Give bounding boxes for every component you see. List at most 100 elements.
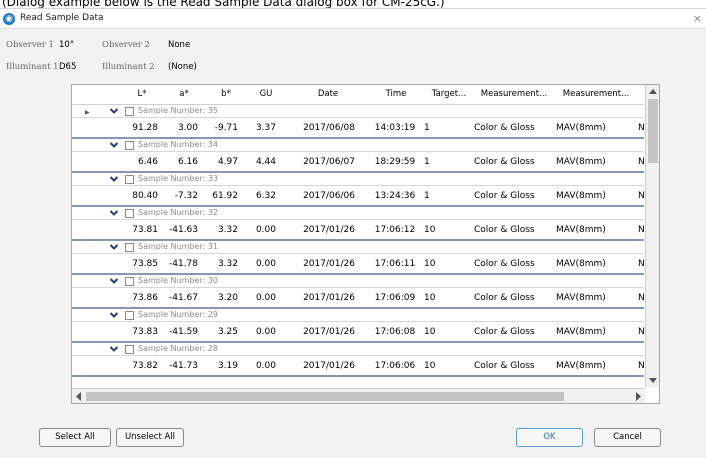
table-cell: 3.32 xyxy=(217,225,238,235)
sample-checkbox[interactable] xyxy=(125,175,134,184)
sample-group-header[interactable]: Sample Number: 31 xyxy=(72,241,644,254)
sample-group-header[interactable]: Sample Number: 30 xyxy=(72,275,644,288)
chevron-down-icon[interactable] xyxy=(109,174,119,184)
sample-checkbox[interactable] xyxy=(125,311,134,320)
close-icon[interactable]: × xyxy=(693,12,702,25)
table-cell: N xyxy=(638,361,644,371)
scroll-right-icon[interactable] xyxy=(631,389,645,404)
illuminant1-label: Illuminant 1 xyxy=(6,62,59,72)
table-cell: Color & Gloss xyxy=(474,327,535,337)
table-cell: 61.92 xyxy=(212,191,238,201)
chevron-down-icon[interactable] xyxy=(109,140,119,150)
table-cell: MAV(8mm) xyxy=(556,191,606,201)
table-row[interactable]: 73.82 -41.73 3.19 0.00 2017/01/26 17:06:06 10 C… xyxy=(72,356,644,377)
ok-button[interactable]: OK xyxy=(516,428,583,447)
table-cell: N xyxy=(638,225,644,235)
chevron-down-icon[interactable] xyxy=(109,344,119,354)
column-header-l[interactable]: L* xyxy=(122,89,162,99)
table-cell: Color & Gloss xyxy=(474,225,535,235)
sample-checkbox[interactable] xyxy=(125,345,134,354)
sample-group-header[interactable]: Sample Number: 28 xyxy=(72,343,644,356)
table-cell: Color & Gloss xyxy=(474,191,535,201)
chevron-down-icon[interactable] xyxy=(109,208,119,218)
table-cell: MAV(8mm) xyxy=(556,293,606,303)
cancel-button[interactable]: Cancel xyxy=(594,428,661,447)
scroll-down-icon[interactable] xyxy=(646,374,660,387)
table-row[interactable]: 91.28 3.00 -9.71 3.37 2017/06/08 14:03:19 1 Col… xyxy=(72,118,644,139)
table-row[interactable]: 73.81 -41.63 3.32 0.00 2017/01/26 17:06:12 10 C… xyxy=(72,220,644,241)
sample-group-header[interactable]: Sample Number: 33 xyxy=(72,173,644,186)
table-row[interactable]: 73.83 -41.59 3.25 0.00 2017/01/26 17:06:08 10 C… xyxy=(72,322,644,343)
chevron-down-icon[interactable] xyxy=(109,242,119,252)
table-cell: N xyxy=(638,293,644,303)
table-row[interactable]: 73.86 -41.67 3.20 0.00 2017/01/26 17:06:09 10 C… xyxy=(72,288,644,309)
page-caption: (Dialog example below is the Read Sample… xyxy=(2,0,445,8)
table-cell: 73.82 xyxy=(132,361,158,371)
table-cell: MAV(8mm) xyxy=(556,327,606,337)
sample-group-header[interactable]: Sample Number: 32 xyxy=(72,207,644,220)
column-header-measurement-2[interactable]: Measurement... xyxy=(556,89,636,99)
table-cell: 73.81 xyxy=(132,225,158,235)
observer1-value: 10° xyxy=(59,40,75,50)
sample-checkbox[interactable] xyxy=(125,277,134,286)
table-cell: 17:06:08 xyxy=(374,327,416,337)
vertical-scroll-thumb[interactable] xyxy=(648,99,658,163)
table-cell: MAV(8mm) xyxy=(556,123,606,133)
illuminant2-label: Illuminant 2 xyxy=(102,62,155,72)
table-cell: 2017/01/26 xyxy=(303,225,355,235)
table-cell: 3.37 xyxy=(255,123,276,133)
sample-checkbox[interactable] xyxy=(125,141,134,150)
app-icon: ◉ xyxy=(3,13,15,25)
select-all-button[interactable]: Select All xyxy=(39,428,111,447)
column-header-measurement-1[interactable]: Measurement... xyxy=(474,89,554,99)
sample-number-label: Sample Number: 29 xyxy=(138,310,218,319)
table-row[interactable]: 6.46 6.16 4.97 4.44 2017/06/07 18:29:59 1 Color… xyxy=(72,152,644,173)
scroll-left-icon[interactable] xyxy=(72,389,86,404)
table-cell: 4.44 xyxy=(255,157,276,167)
column-header-b[interactable]: b* xyxy=(206,89,246,99)
table-cell: 91.28 xyxy=(132,123,158,133)
table-row[interactable]: 73.85 -41.78 3.32 0.00 2017/01/26 17:06:11 10 C… xyxy=(72,254,644,275)
table-cell: 2017/01/26 xyxy=(303,361,355,371)
table-cell: 10 xyxy=(424,225,436,235)
table-cell: -41.63 xyxy=(168,225,198,235)
column-header-target[interactable]: Target... xyxy=(424,89,474,99)
sample-group-header[interactable]: Sample Number: 34 xyxy=(72,139,644,152)
table-cell: Color & Gloss xyxy=(474,293,535,303)
scroll-up-icon[interactable] xyxy=(646,85,660,98)
chevron-down-icon[interactable] xyxy=(109,106,119,116)
column-header-date[interactable]: Date xyxy=(292,89,364,99)
table-cell: N xyxy=(638,327,644,337)
horizontal-scrollbar[interactable] xyxy=(72,388,645,403)
table-cell: N xyxy=(638,123,644,133)
sample-group-header[interactable]: Sample Number: 29 xyxy=(72,309,644,322)
sample-checkbox[interactable] xyxy=(125,209,134,218)
grid-header: L* a* b* GU Date Time Target... Measurem… xyxy=(72,85,644,105)
vertical-scrollbar[interactable] xyxy=(645,85,659,387)
table-cell: 0.00 xyxy=(255,225,276,235)
column-header-a[interactable]: a* xyxy=(162,89,206,99)
sample-checkbox[interactable] xyxy=(125,107,134,116)
sample-data-grid[interactable]: L* a* b* GU Date Time Target... Measurem… xyxy=(71,84,660,404)
sample-group-header[interactable]: ▶ Sample Number: 35 xyxy=(72,105,644,118)
sample-checkbox[interactable] xyxy=(125,243,134,252)
table-cell: 17:06:06 xyxy=(374,361,416,371)
sample-number-label: Sample Number: 28 xyxy=(138,344,218,353)
current-row-indicator-icon: ▶ xyxy=(85,109,90,116)
table-cell: 0.00 xyxy=(255,259,276,269)
chevron-down-icon[interactable] xyxy=(109,276,119,286)
column-header-gu[interactable]: GU xyxy=(246,89,286,99)
column-header-time[interactable]: Time xyxy=(364,89,428,99)
horizontal-scroll-thumb[interactable] xyxy=(86,392,564,401)
table-row[interactable]: 80.40 -7.32 61.92 6.32 2017/06/06 13:24:36 1 Co… xyxy=(72,186,644,207)
chevron-down-icon[interactable] xyxy=(109,310,119,320)
table-cell: 0.00 xyxy=(255,327,276,337)
title-bar: ◉ Read Sample Data × xyxy=(0,9,706,29)
table-cell: 73.86 xyxy=(132,293,158,303)
table-cell: 2017/01/26 xyxy=(303,259,355,269)
table-cell: MAV(8mm) xyxy=(556,361,606,371)
sample-number-label: Sample Number: 35 xyxy=(138,106,218,115)
table-cell: 2017/06/06 xyxy=(303,191,355,201)
unselect-all-button[interactable]: Unselect All xyxy=(116,428,184,447)
table-cell: -7.32 xyxy=(174,191,198,201)
